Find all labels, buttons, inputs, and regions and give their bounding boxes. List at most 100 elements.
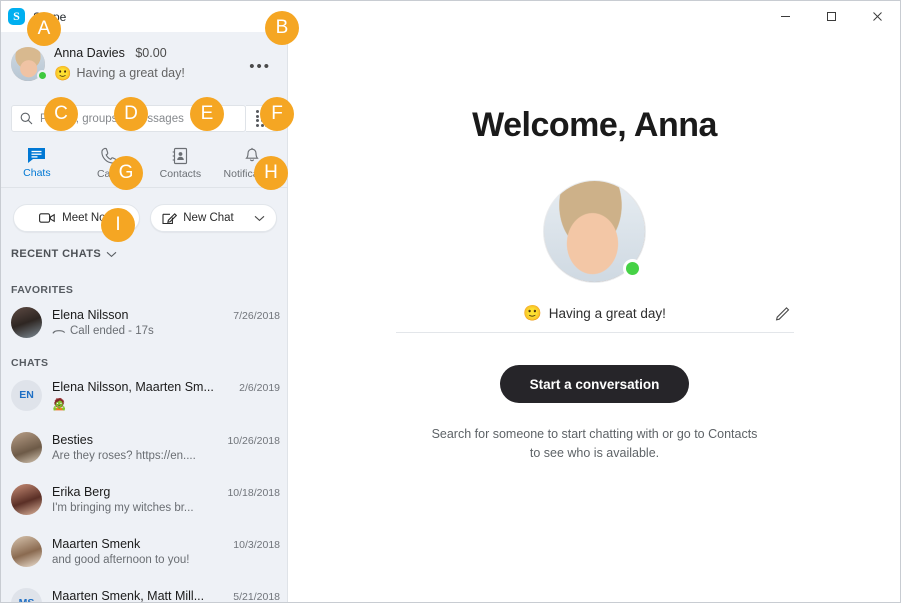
list-item-preview-text: I'm bringing my witches br... — [52, 501, 194, 514]
compose-icon — [162, 213, 178, 225]
maximize-button[interactable] — [808, 1, 854, 32]
list-item-top: Maarten Smenk 10/3/2018 — [52, 537, 280, 551]
pencil-icon — [775, 307, 789, 321]
list-item-preview-text: 🧟 — [52, 398, 67, 411]
favorites-section-header: FAVORITES — [11, 284, 74, 296]
page-title: Welcome, Anna — [472, 106, 717, 144]
close-button[interactable] — [854, 1, 900, 32]
recent-chats-header[interactable]: RECENT CHATS — [11, 248, 117, 260]
list-item-date: 10/18/2018 — [227, 486, 280, 499]
profile-mood-row[interactable]: 🙂 Having a great day! — [54, 65, 185, 83]
list-item[interactable]: EN Elena Nilsson, Maarten Sm... 2/6/2019… — [1, 369, 288, 421]
smiley-icon: 🙂 — [523, 305, 542, 322]
action-buttons: Meet Now New Chat — [13, 204, 277, 232]
chevron-down-icon[interactable] — [106, 251, 117, 258]
list-item-name: Maarten Smenk — [52, 536, 141, 551]
list-item[interactable]: Maarten Smenk 10/3/2018 and good afterno… — [1, 525, 288, 577]
avatar-initials: MS — [11, 587, 42, 602]
list-item-top: Besties 10/26/2018 — [52, 433, 280, 447]
list-item-name: Maarten Smenk, Matt Mill... — [52, 588, 205, 603]
window-controls — [762, 1, 900, 32]
list-item[interactable]: Erika Berg 10/18/2018 I'm bringing my wi… — [1, 473, 288, 525]
list-item-preview-text: Are they roses? https://en.... — [52, 449, 196, 462]
profile-avatar-large[interactable] — [544, 181, 645, 282]
list-item-body: Elena Nilsson, Maarten Sm... 2/6/2019 🧟 — [52, 380, 280, 411]
list-item-preview-text: and good afternoon to you! — [52, 553, 190, 566]
video-camera-icon — [39, 213, 55, 223]
list-item-top: Erika Berg 10/18/2018 — [52, 485, 280, 499]
callout-badge-d: D — [114, 97, 148, 131]
chat-icon — [28, 148, 46, 163]
minimize-button[interactable] — [762, 1, 808, 32]
callout-badge-a: A — [27, 12, 61, 46]
list-item-name: Besties — [52, 432, 93, 447]
list-item-top: Elena Nilsson 7/26/2018 — [52, 308, 280, 322]
call-ended-icon — [52, 329, 66, 334]
list-item-date: 10/26/2018 — [227, 434, 280, 447]
profile-name: Anna Davies — [54, 45, 125, 60]
main-content: Welcome, Anna 🙂 Having a great day! Star… — [289, 32, 900, 602]
mood-message-row: 🙂 Having a great day! — [395, 304, 794, 333]
list-item-body: Besties 10/26/2018 Are they roses? https… — [52, 433, 280, 462]
tab-chats[interactable]: Chats — [1, 139, 73, 187]
tab-contacts[interactable]: Contacts — [145, 139, 217, 187]
list-item-top: Elena Nilsson, Maarten Sm... 2/6/2019 — [52, 380, 280, 394]
list-item-preview: Are they roses? https://en.... — [52, 450, 280, 462]
list-item-date: 7/26/2018 — [233, 309, 280, 322]
skype-logo-icon: S — [8, 8, 25, 25]
list-item-body: Elena Nilsson 7/26/2018 Call ended - 17s — [52, 308, 280, 337]
callout-badge-c: C — [44, 97, 78, 131]
profile-text: Anna Davies $0.00 🙂 Having a great day! — [54, 46, 185, 82]
start-conversation-button[interactable]: Start a conversation — [499, 365, 690, 403]
list-item-preview: Call ended - 17s — [52, 325, 280, 337]
chats-section-header: CHATS — [11, 357, 49, 369]
chat-list: FAVORITES Elena Nilsson 7/26/2018 Call e… — [1, 278, 288, 603]
callout-badge-g: G — [109, 156, 143, 190]
online-status-icon — [623, 259, 642, 278]
list-item-name: Elena Nilsson, Maarten Sm... — [52, 379, 214, 394]
profile-name-row: Anna Davies $0.00 — [54, 46, 185, 62]
list-item-body: Maarten Smenk, Matt Mill... 5/21/2018 Hi… — [52, 589, 280, 603]
list-item-date: 10/3/2018 — [233, 538, 280, 551]
avatar — [11, 535, 42, 567]
account-balance: $0.00 — [135, 45, 167, 60]
chevron-down-icon[interactable] — [254, 215, 265, 222]
avatar — [11, 483, 42, 515]
list-item[interactable]: MS Maarten Smenk, Matt Mill... 5/21/2018… — [1, 577, 288, 603]
skype-window: S Skype Anna Davies $0.00 — [0, 0, 901, 603]
nav-tabs: Chats Calls Contacts — [1, 139, 288, 188]
list-item[interactable]: Besties 10/26/2018 Are they roses? https… — [1, 421, 288, 473]
new-chat-label: New Chat — [183, 212, 234, 224]
list-item-body: Maarten Smenk 10/3/2018 and good afterno… — [52, 537, 280, 566]
tab-contacts-label: Contacts — [159, 167, 202, 180]
tab-chats-label: Chats — [23, 167, 51, 179]
hint-text: Search for someone to start chatting wit… — [431, 427, 758, 460]
edit-mood-button[interactable] — [775, 304, 792, 326]
mood-message-text: Having a great day! — [548, 305, 666, 321]
list-item-preview: and good afternoon to you! — [52, 554, 280, 566]
online-status-icon — [37, 70, 48, 81]
callout-badge-i: I — [101, 208, 135, 242]
callout-badge-h: H — [254, 156, 288, 190]
callout-badge-b: B — [265, 11, 299, 45]
list-item-name: Erika Berg — [52, 484, 111, 499]
callout-badge-f: F — [260, 97, 294, 131]
avatar — [11, 431, 42, 463]
profile-header[interactable]: Anna Davies $0.00 🙂 Having a great day! … — [11, 44, 277, 84]
list-item-preview: I'm bringing my witches br... — [52, 502, 280, 514]
smiley-icon: 🙂 — [54, 64, 72, 81]
avatar — [11, 306, 42, 338]
profile-mood-text: Having a great day! — [76, 65, 185, 80]
new-chat-button[interactable]: New Chat — [150, 204, 277, 232]
list-item-body: Erika Berg 10/18/2018 I'm bringing my wi… — [52, 485, 280, 514]
avatar-initials: EN — [11, 379, 42, 411]
list-item-preview: 🧟 — [52, 397, 280, 411]
list-item-name: Elena Nilsson — [52, 307, 129, 322]
callout-badge-e: E — [190, 97, 224, 131]
list-item-top: Maarten Smenk, Matt Mill... 5/21/2018 — [52, 589, 280, 603]
list-item-date: 2/6/2019 — [239, 381, 280, 394]
list-item[interactable]: Elena Nilsson 7/26/2018 Call ended - 17s — [1, 296, 288, 348]
contacts-icon — [173, 147, 188, 164]
more-options-icon[interactable]: ••• — [249, 58, 271, 75]
recent-chats-label: RECENT CHATS — [11, 248, 102, 260]
